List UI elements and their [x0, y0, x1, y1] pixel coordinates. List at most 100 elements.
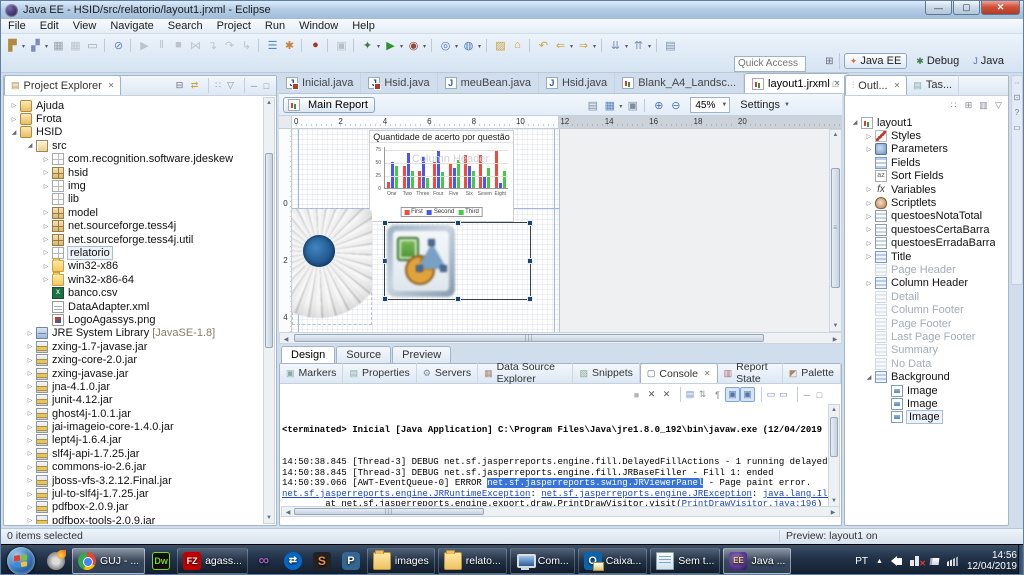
outline-item[interactable]: Summary [846, 344, 995, 357]
toolbar-button[interactable]: ⊘ [110, 37, 127, 54]
open-perspective-icon[interactable]: ⊞ [824, 53, 840, 69]
tree-expander-icon[interactable]: ▷ [25, 370, 35, 377]
tree-expander-icon[interactable]: ◢ [864, 374, 874, 381]
toolbar-button[interactable]: ⇊ [607, 37, 624, 54]
tree-item[interactable]: ▷ model [5, 206, 263, 219]
tree-expander-icon[interactable]: ▷ [25, 383, 35, 390]
outline-tab[interactable]: ⫶ Outl... ✕ [845, 75, 907, 95]
taskbar-item[interactable]: EE Java ... [723, 548, 791, 574]
tab-project-explorer[interactable]: ▤ Project Explorer ✕ [4, 75, 121, 95]
console-horizontal-scrollbar[interactable]: ◀ ||| ▶ [281, 506, 840, 517]
maximize-editor-icon[interactable]: □ [828, 76, 843, 91]
tree-item[interactable]: ▷ hsid [5, 166, 263, 179]
toolbar-button[interactable]: ● [307, 37, 324, 54]
console-toolbar-icon[interactable]: ▣ [740, 387, 755, 402]
tree-item[interactable]: ▷ pdfbox-tools-2.0.9.jar [5, 514, 263, 524]
maximize-button[interactable]: ▢ [953, 1, 980, 15]
tree-item[interactable]: ▷ lept4j-1.6.4.jar [5, 434, 263, 447]
tree-expander-icon[interactable]: ◢ [850, 119, 860, 126]
toolbar-button[interactable]: ■ [170, 37, 187, 54]
start-button[interactable] [7, 547, 35, 575]
console-output[interactable]: <terminated> Inicial [Java Application] … [282, 404, 828, 507]
settings-menu-button[interactable]: Settings▼ [736, 99, 794, 111]
close-button[interactable]: ✕ [981, 1, 1020, 15]
outline-item[interactable]: Sort Fields [846, 170, 995, 183]
window-titlebar[interactable]: Java EE - HSID/src/relatorio/layout1.jrx… [1, 1, 1023, 19]
outline-toolbar-icon[interactable]: ▥ [976, 98, 991, 113]
editor-tab[interactable]: Blank_A4_Landsc... [615, 73, 744, 93]
bottom-panel-tab[interactable]: ▢ Console ✕ [640, 363, 718, 383]
toolbar-button[interactable]: ▞ [27, 37, 44, 54]
tree-expander-icon[interactable]: ▷ [25, 424, 35, 431]
outline-item[interactable]: ◢ Background [846, 370, 995, 383]
editor-toolbar-icon[interactable]: ▣ [624, 97, 641, 114]
resize-handle[interactable] [455, 220, 461, 226]
tree-expander-icon[interactable]: ▷ [25, 410, 35, 417]
tree-expander-icon[interactable]: ◢ [9, 129, 19, 136]
tray-expand-icon[interactable]: ▲ [876, 558, 883, 565]
perspective-button[interactable]: ✦ Java EE [844, 53, 908, 69]
outline-item[interactable]: ▷ questoesErradaBarra [846, 237, 995, 250]
toolbar-button[interactable]: ◎ [437, 37, 454, 54]
console-toolbar-icon[interactable]: ✕ [659, 387, 674, 402]
tree-expander-icon[interactable]: ▷ [864, 240, 874, 247]
tree-expander-icon[interactable]: ▷ [25, 357, 35, 364]
taskbar-item[interactable]: Com... [510, 548, 575, 574]
tree-item[interactable]: ◢ src [5, 139, 263, 152]
minimized-view-icon[interactable]: ? [1015, 108, 1019, 117]
tree-item[interactable]: lib [5, 193, 263, 206]
outline-item[interactable]: Detail [846, 290, 995, 303]
taskbar-item[interactable]: ⇄ [280, 548, 306, 574]
tree-expander-icon[interactable]: ▷ [41, 236, 51, 243]
outline-item[interactable]: ▷ Variables [846, 183, 995, 196]
tree-expander-icon[interactable]: ▷ [25, 343, 35, 350]
outline-tab[interactable]: ▤ Tas... [907, 75, 959, 95]
tree-item[interactable]: ▷ slf4j-api-1.7.25.jar [5, 447, 263, 460]
bottom-panel-tab[interactable]: ◩ Palette [783, 363, 841, 383]
tree-item[interactable]: ▷ Frota [5, 112, 263, 125]
outline-item[interactable]: Page Header [846, 263, 995, 276]
tree-expander-icon[interactable]: ▷ [41, 209, 51, 216]
tree-expander-icon[interactable]: ▷ [41, 263, 51, 270]
outline-item[interactable]: Last Page Footer [846, 330, 995, 343]
minimize-editor-icon[interactable]: ─ [813, 76, 828, 91]
taskbar-item[interactable] [43, 548, 69, 574]
outline-item[interactable]: ▷ Styles [846, 129, 995, 142]
tree-item[interactable]: banco.csv [5, 286, 263, 299]
toolbar-button[interactable]: ↳ [238, 37, 255, 54]
language-indicator[interactable]: PT [855, 556, 868, 567]
toolbar-button[interactable]: ◍ [460, 37, 477, 54]
bottom-panel-tab[interactable]: ▤ Properties [343, 363, 416, 383]
outline-item[interactable]: ▷ Parameters [846, 143, 995, 156]
panel-toolbar-icon[interactable]: ⊟ [172, 78, 187, 93]
toolbar-button[interactable]: ✦ [359, 37, 376, 54]
chart-element[interactable]: Quantidade de acerto por questão 7550250… [369, 130, 514, 222]
resize-handle[interactable] [455, 296, 461, 302]
tree-item[interactable]: ▷ zxing-core-2.0.jar [5, 353, 263, 366]
quick-access-input[interactable] [734, 56, 806, 72]
tree-expander-icon[interactable]: ▷ [864, 133, 874, 140]
volume-icon[interactable] [897, 558, 902, 565]
console-toolbar-icon[interactable]: ⇅ [695, 387, 710, 402]
tree-item[interactable]: DataAdapter.xml [5, 300, 263, 313]
tree-expander-icon[interactable]: ▷ [25, 491, 35, 498]
quick-access[interactable] [734, 53, 806, 69]
tree-item[interactable]: ◢ HSID [5, 126, 263, 139]
bottom-panel-tab[interactable]: ▥ Report State [718, 363, 783, 383]
tree-item[interactable]: ▷ jul-to-slf4j-1.7.25.jar [5, 487, 263, 500]
toolbar-button[interactable]: ↴ [204, 37, 221, 54]
console-toolbar-icon[interactable]: □ [812, 387, 827, 402]
menu-item[interactable]: File [1, 20, 33, 32]
outline-item[interactable]: ▷ Scriptlets [846, 196, 995, 209]
minimized-view-icon[interactable]: ⊡ [1014, 93, 1021, 102]
tree-item[interactable]: ▷ relatorio [5, 246, 263, 259]
editor-mode-tab[interactable]: Design [281, 346, 335, 363]
tree-item[interactable]: ▷ pdfbox-2.0.9.jar [5, 501, 263, 514]
tree-item[interactable]: ▷ com.recognition.software.jdeskew [5, 153, 263, 166]
editor-tab[interactable]: meuBean.java [438, 73, 539, 93]
editor-tab[interactable]: Hsid.java [361, 73, 437, 93]
close-icon[interactable]: ✕ [704, 369, 711, 378]
toolbar-button[interactable]: ▶ [382, 37, 399, 54]
panel-toolbar-icon[interactable]: ∷ [208, 78, 223, 93]
toolbar-button[interactable]: ↷ [221, 37, 238, 54]
